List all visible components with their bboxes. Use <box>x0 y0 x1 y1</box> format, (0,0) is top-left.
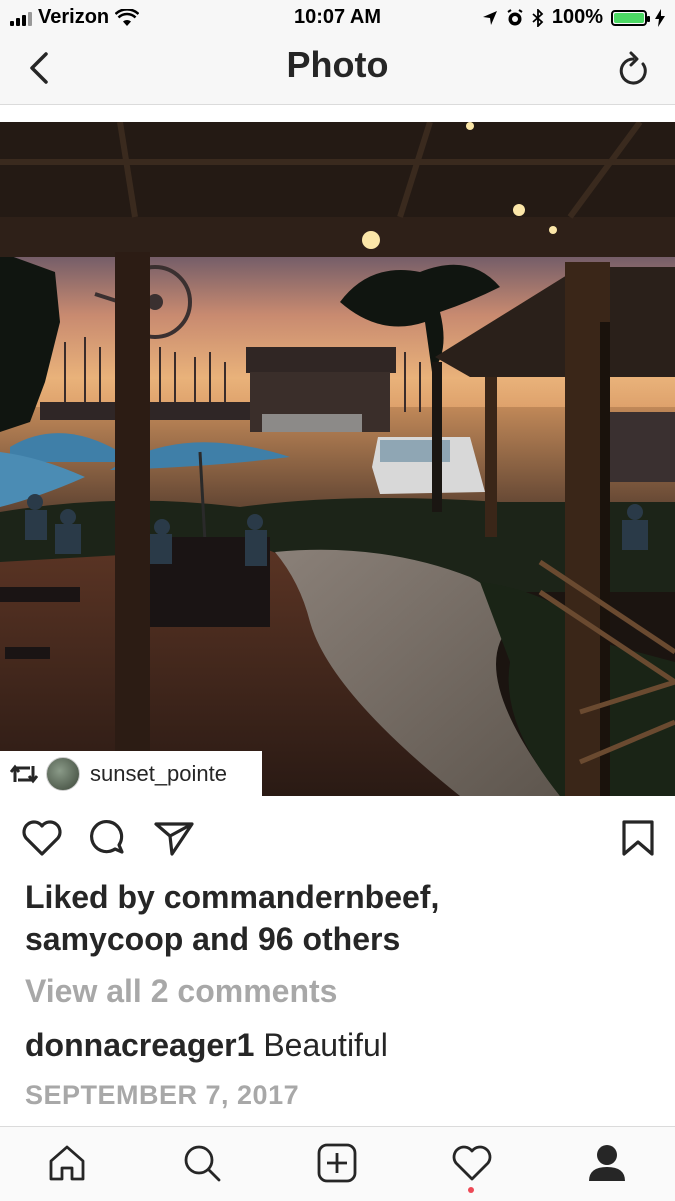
view-all-comments-link[interactable]: View all 2 comments <box>25 973 337 1010</box>
comment-username[interactable]: donnacreager1 <box>25 1027 254 1063</box>
add-post-icon[interactable] <box>315 1141 359 1185</box>
notification-dot <box>468 1187 474 1193</box>
status-right: 100% <box>482 6 665 29</box>
comment-text: Beautiful <box>263 1027 388 1063</box>
liked-by-user-1[interactable]: commandernbeef, <box>164 879 440 915</box>
page-title: Photo <box>286 44 389 85</box>
liked-by-prefix: Liked by <box>25 879 164 915</box>
comment-icon[interactable] <box>86 816 130 860</box>
likes-summary[interactable]: Liked by commandernbeef, samycoop and 96… <box>25 876 655 960</box>
heart-icon[interactable] <box>450 1141 494 1185</box>
comment-row: donnacreager1 Beautiful <box>25 1027 388 1064</box>
repost-icon <box>10 764 38 783</box>
post-photo[interactable]: sunset_pointe <box>0 122 675 796</box>
like-heart-icon[interactable] <box>20 816 64 860</box>
liked-by-user-2[interactable]: samycoop <box>25 921 183 957</box>
share-icon[interactable] <box>152 816 196 860</box>
liked-by-others[interactable]: 96 others <box>258 921 400 957</box>
profile-icon[interactable] <box>585 1141 629 1185</box>
bookmark-icon[interactable] <box>616 816 660 860</box>
tab-bar <box>0 1126 675 1201</box>
location-arrow-icon <box>482 10 497 25</box>
search-icon[interactable] <box>180 1141 224 1185</box>
bluetooth-icon <box>532 8 544 27</box>
repost-avatar[interactable] <box>46 756 80 791</box>
post-actions <box>0 808 675 864</box>
repost-attribution[interactable]: sunset_pointe <box>0 751 262 796</box>
post-date: SEPTEMBER 7, 2017 <box>25 1080 300 1110</box>
status-bar: Verizon 10:07 AM 100% <box>0 0 675 36</box>
battery-percent: 100% <box>551 6 603 28</box>
battery-level <box>614 12 644 23</box>
nav-bar: Photo <box>0 36 675 105</box>
sunset-marina-image <box>0 122 675 796</box>
charging-bolt-icon <box>655 8 665 27</box>
repost-username[interactable]: sunset_pointe <box>90 761 227 787</box>
battery-icon <box>611 9 650 26</box>
alarm-icon <box>507 8 523 25</box>
home-icon[interactable] <box>45 1141 89 1185</box>
refresh-button[interactable] <box>617 50 653 90</box>
liked-by-conjunction: and <box>183 921 258 957</box>
